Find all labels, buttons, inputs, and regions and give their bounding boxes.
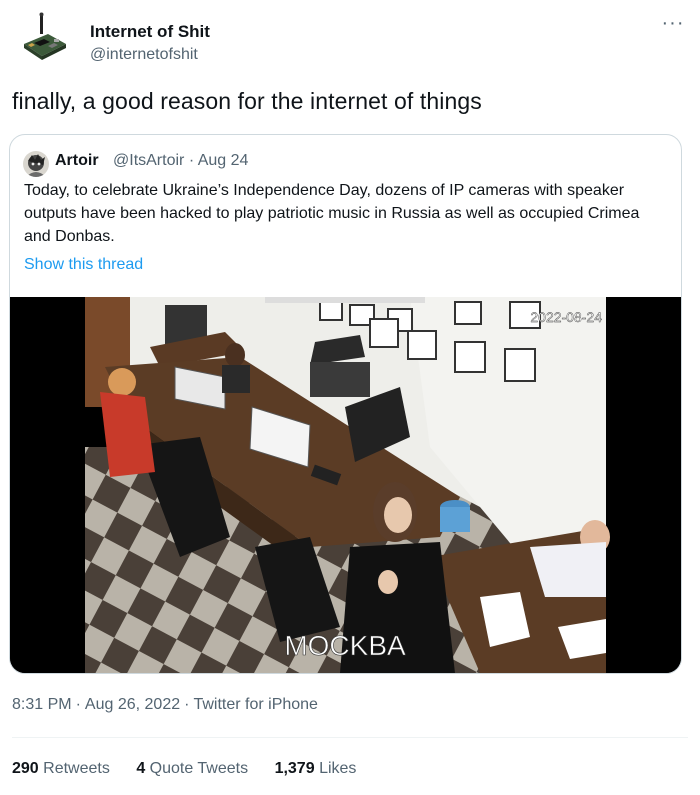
- author-avatar[interactable]: [18, 12, 70, 64]
- more-options-button[interactable]: ···: [658, 13, 688, 36]
- tweet-source[interactable]: Twitter for iPhone: [193, 696, 318, 713]
- likes-label: Likes: [319, 760, 357, 777]
- author-name[interactable]: Internet of Shit: [90, 22, 210, 42]
- likes-stat[interactable]: 1,379 Likes: [275, 760, 357, 777]
- quote-tweets-count: 4: [136, 760, 146, 777]
- quoted-tweet-text: Today, to celebrate Ukraine’s Independen…: [24, 182, 640, 245]
- tweet-time[interactable]: 8:31 PM: [12, 696, 72, 713]
- likes-count: 1,379: [274, 760, 315, 777]
- quoted-tweet-video[interactable]: 2022-08-24 MOCKBA: [10, 297, 681, 673]
- retweets-count: 290: [12, 760, 39, 777]
- iot-device-icon: [24, 12, 66, 60]
- quoted-tweet-card[interactable]: Artoir @ItsArtoir · Aug 24 Today, to cel…: [9, 134, 682, 674]
- tweet-text: finally, a good reason for the internet …: [12, 88, 482, 114]
- avatar-illustration-icon: [23, 151, 49, 177]
- show-thread-link[interactable]: Show this thread: [24, 256, 143, 274]
- quoted-author-avatar[interactable]: [23, 151, 49, 177]
- tweet-date[interactable]: Aug 26, 2022: [85, 696, 180, 713]
- quoted-author-name[interactable]: Artoir: [55, 152, 99, 170]
- timestamp-separator: ·: [184, 696, 190, 713]
- meta-separator: ·: [188, 152, 195, 169]
- tweet-stats: 290 Retweets 4 Quote Tweets 1,379 Likes: [12, 760, 378, 778]
- tweet-header: Internet of Shit @internetofshit ···: [12, 8, 688, 68]
- video-location-caption: MOCKBA: [284, 630, 406, 661]
- quoted-tweet-date[interactable]: Aug 24: [198, 152, 249, 169]
- divider: [12, 737, 688, 738]
- cctv-office-scene: 2022-08-24 MOCKBA: [10, 297, 681, 673]
- video-timestamp-overlay: 2022-08-24: [530, 309, 602, 325]
- author-handle[interactable]: @internetofshit: [90, 46, 198, 64]
- quote-tweets-label: Quote Tweets: [149, 760, 249, 777]
- quoted-author-handle[interactable]: @ItsArtoir: [113, 152, 184, 169]
- retweets-label: Retweets: [43, 760, 110, 777]
- retweets-stat[interactable]: 290 Retweets: [12, 760, 110, 777]
- quote-tweets-stat[interactable]: 4 Quote Tweets: [136, 760, 248, 777]
- quoted-author-meta: @ItsArtoir · Aug 24: [113, 152, 248, 170]
- timestamp-separator: ·: [75, 696, 81, 713]
- tweet-timestamp: 8:31 PM · Aug 26, 2022 · Twitter for iPhone: [12, 696, 318, 714]
